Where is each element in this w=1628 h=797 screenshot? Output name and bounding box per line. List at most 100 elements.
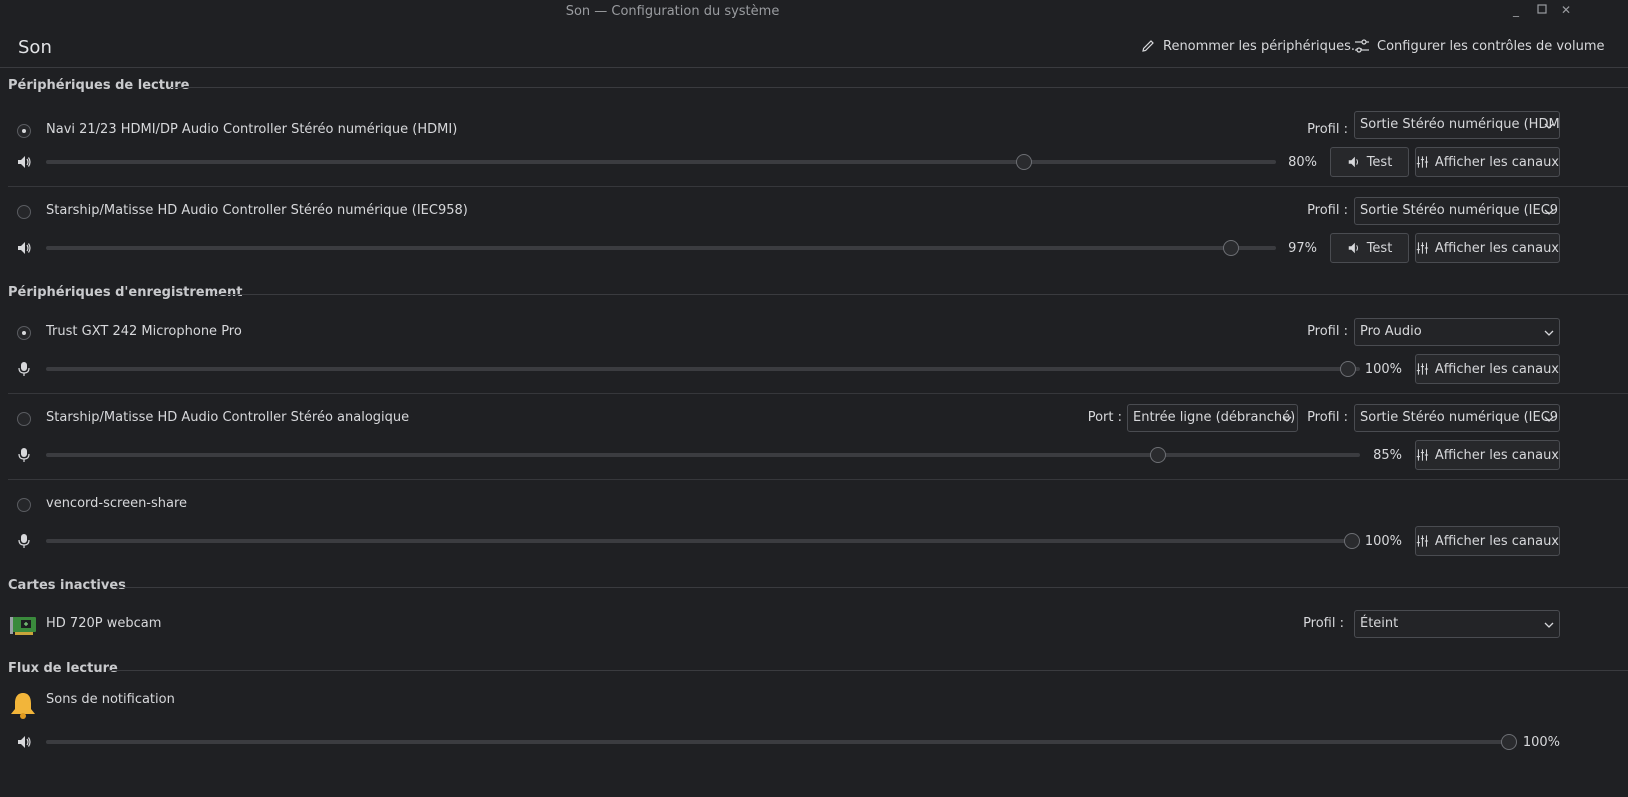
port-select-value: Entrée ligne (débranché) <box>1133 410 1296 425</box>
sound-card-icon <box>10 617 36 635</box>
test-button-label: Test <box>1366 154 1393 170</box>
volume-slider-handle[interactable] <box>1501 734 1517 750</box>
volume-percent: 97% <box>1288 241 1317 256</box>
profile-select[interactable]: Sortie Stéréo numérique (IEC958) <box>1354 197 1560 225</box>
device-name: Trust GXT 242 Microphone Pro <box>46 324 242 339</box>
speaker-icon <box>1348 156 1358 168</box>
default-device-radio[interactable] <box>17 124 31 138</box>
equalizer-icon <box>1416 156 1429 168</box>
volume-slider-handle[interactable] <box>1340 361 1356 377</box>
profile-select-value: Éteint <box>1360 616 1399 631</box>
show-channels-label: Afficher les canaux <box>1434 154 1559 170</box>
port-label: Port : <box>1087 410 1122 425</box>
profile-label: Profil : <box>1307 122 1348 137</box>
microphone-icon <box>18 362 30 376</box>
section-divider <box>108 670 1628 671</box>
test-button-label: Test <box>1366 240 1393 256</box>
volume-slider-track[interactable] <box>46 160 1276 164</box>
device-name: Starship/Matisse HD Audio Controller Sté… <box>46 410 410 425</box>
volume-slider-track[interactable] <box>46 740 1516 744</box>
show-channels-button[interactable]: Afficher les canaux <box>1415 147 1560 177</box>
show-channels-button[interactable]: Afficher les canaux <box>1415 233 1560 263</box>
title-bar: Son — Configuration du système _ ✕ <box>0 0 1628 24</box>
minimize-button[interactable]: _ <box>1508 3 1524 17</box>
profile-select-value: Pro Audio <box>1360 324 1422 339</box>
device-name: Starship/Matisse HD Audio Controller Sté… <box>46 203 468 218</box>
microphone-icon <box>18 534 30 548</box>
card-name: HD 720P webcam <box>46 616 162 631</box>
rename-devices-button[interactable]: Renommer les périphériques... <box>1140 38 1363 54</box>
test-button[interactable]: Test <box>1330 147 1409 177</box>
volume-percent: 80% <box>1288 155 1317 170</box>
row-divider <box>8 479 1628 480</box>
profile-label: Profil : <box>1303 616 1344 631</box>
section-title-streams: Flux de lecture <box>8 661 118 676</box>
profile-label: Profil : <box>1307 203 1348 218</box>
section-divider <box>171 87 1628 88</box>
test-button[interactable]: Test <box>1330 233 1409 263</box>
volume-percent: 85% <box>1373 448 1402 463</box>
show-channels-label: Afficher les canaux <box>1434 447 1559 463</box>
device-name: vencord-screen-share <box>46 496 188 511</box>
equalizer-icon <box>1416 535 1429 547</box>
row-divider <box>8 393 1628 394</box>
profile-select[interactable]: Sortie Stéréo numérique (HDMI) <box>1354 111 1560 139</box>
row-divider <box>8 186 1628 187</box>
equalizer-icon <box>1416 242 1429 254</box>
section-divider <box>116 587 1628 588</box>
microphone-icon <box>18 448 30 462</box>
volume-percent: 100% <box>1522 735 1560 750</box>
volume-slider-handle[interactable] <box>1016 154 1032 170</box>
bell-icon <box>11 693 35 719</box>
show-channels-button[interactable]: Afficher les canaux <box>1415 354 1560 384</box>
device-name: Navi 21/23 HDMI/DP Audio Controller Stér… <box>46 122 458 137</box>
profile-select-value: Sortie Stéréo numérique (IEC958) <box>1360 203 1560 218</box>
profile-label: Profil : <box>1307 324 1348 339</box>
maximize-icon <box>1537 4 1547 14</box>
maximize-button[interactable] <box>1534 3 1550 17</box>
show-channels-button[interactable]: Afficher les canaux <box>1415 526 1560 556</box>
configure-volume-controls-button[interactable]: Configurer les contrôles de volume <box>1354 38 1605 54</box>
show-channels-label: Afficher les canaux <box>1434 361 1559 377</box>
close-button[interactable]: ✕ <box>1558 3 1574 17</box>
volume-slider-handle[interactable] <box>1223 240 1239 256</box>
sliders-icon <box>1355 39 1369 53</box>
volume-slider-track[interactable] <box>46 246 1276 250</box>
default-device-radio[interactable] <box>17 412 31 426</box>
default-device-radio[interactable] <box>17 205 31 219</box>
speaker-icon <box>18 156 31 168</box>
show-channels-button[interactable]: Afficher les canaux <box>1415 440 1560 470</box>
chevron-down-icon <box>1544 209 1554 215</box>
volume-slider-track[interactable] <box>46 367 1360 371</box>
profile-select[interactable]: Sortie Stéréo numérique (IEC958) <box>1354 404 1560 432</box>
chevron-down-icon <box>1544 123 1554 129</box>
stream-name: Sons de notification <box>46 692 175 707</box>
volume-percent: 100% <box>1364 362 1402 377</box>
port-select[interactable]: Entrée ligne (débranché) <box>1127 404 1298 432</box>
default-device-radio[interactable] <box>17 326 31 340</box>
section-title-playback: Périphériques de lecture <box>8 78 190 93</box>
section-title-inactive: Cartes inactives <box>8 578 126 593</box>
chevron-down-icon <box>1544 416 1554 422</box>
volume-percent: 100% <box>1364 534 1402 549</box>
equalizer-icon <box>1416 363 1429 375</box>
profile-select-value: Sortie Stéréo numérique (HDMI) <box>1360 117 1560 132</box>
volume-slider-handle[interactable] <box>1344 533 1360 549</box>
speaker-icon <box>18 736 31 748</box>
volume-slider-track[interactable] <box>46 539 1360 543</box>
page-title: Son <box>18 37 52 58</box>
default-device-radio[interactable] <box>17 498 31 512</box>
chevron-down-icon <box>1282 416 1292 422</box>
show-channels-label: Afficher les canaux <box>1434 533 1559 549</box>
profile-select[interactable]: Éteint <box>1354 610 1560 638</box>
chevron-down-icon <box>1544 622 1554 628</box>
rename-devices-label: Renommer les périphériques... <box>1163 38 1364 54</box>
configure-volume-controls-label: Configurer les contrôles de volume <box>1377 38 1605 54</box>
profile-select[interactable]: Pro Audio <box>1354 318 1560 346</box>
profile-select-value: Sortie Stéréo numérique (IEC958) <box>1360 410 1560 425</box>
section-divider <box>216 294 1628 295</box>
show-channels-label: Afficher les canaux <box>1434 240 1559 256</box>
speaker-icon <box>18 242 31 254</box>
pencil-icon <box>1142 40 1154 52</box>
volume-slider-handle[interactable] <box>1150 447 1166 463</box>
